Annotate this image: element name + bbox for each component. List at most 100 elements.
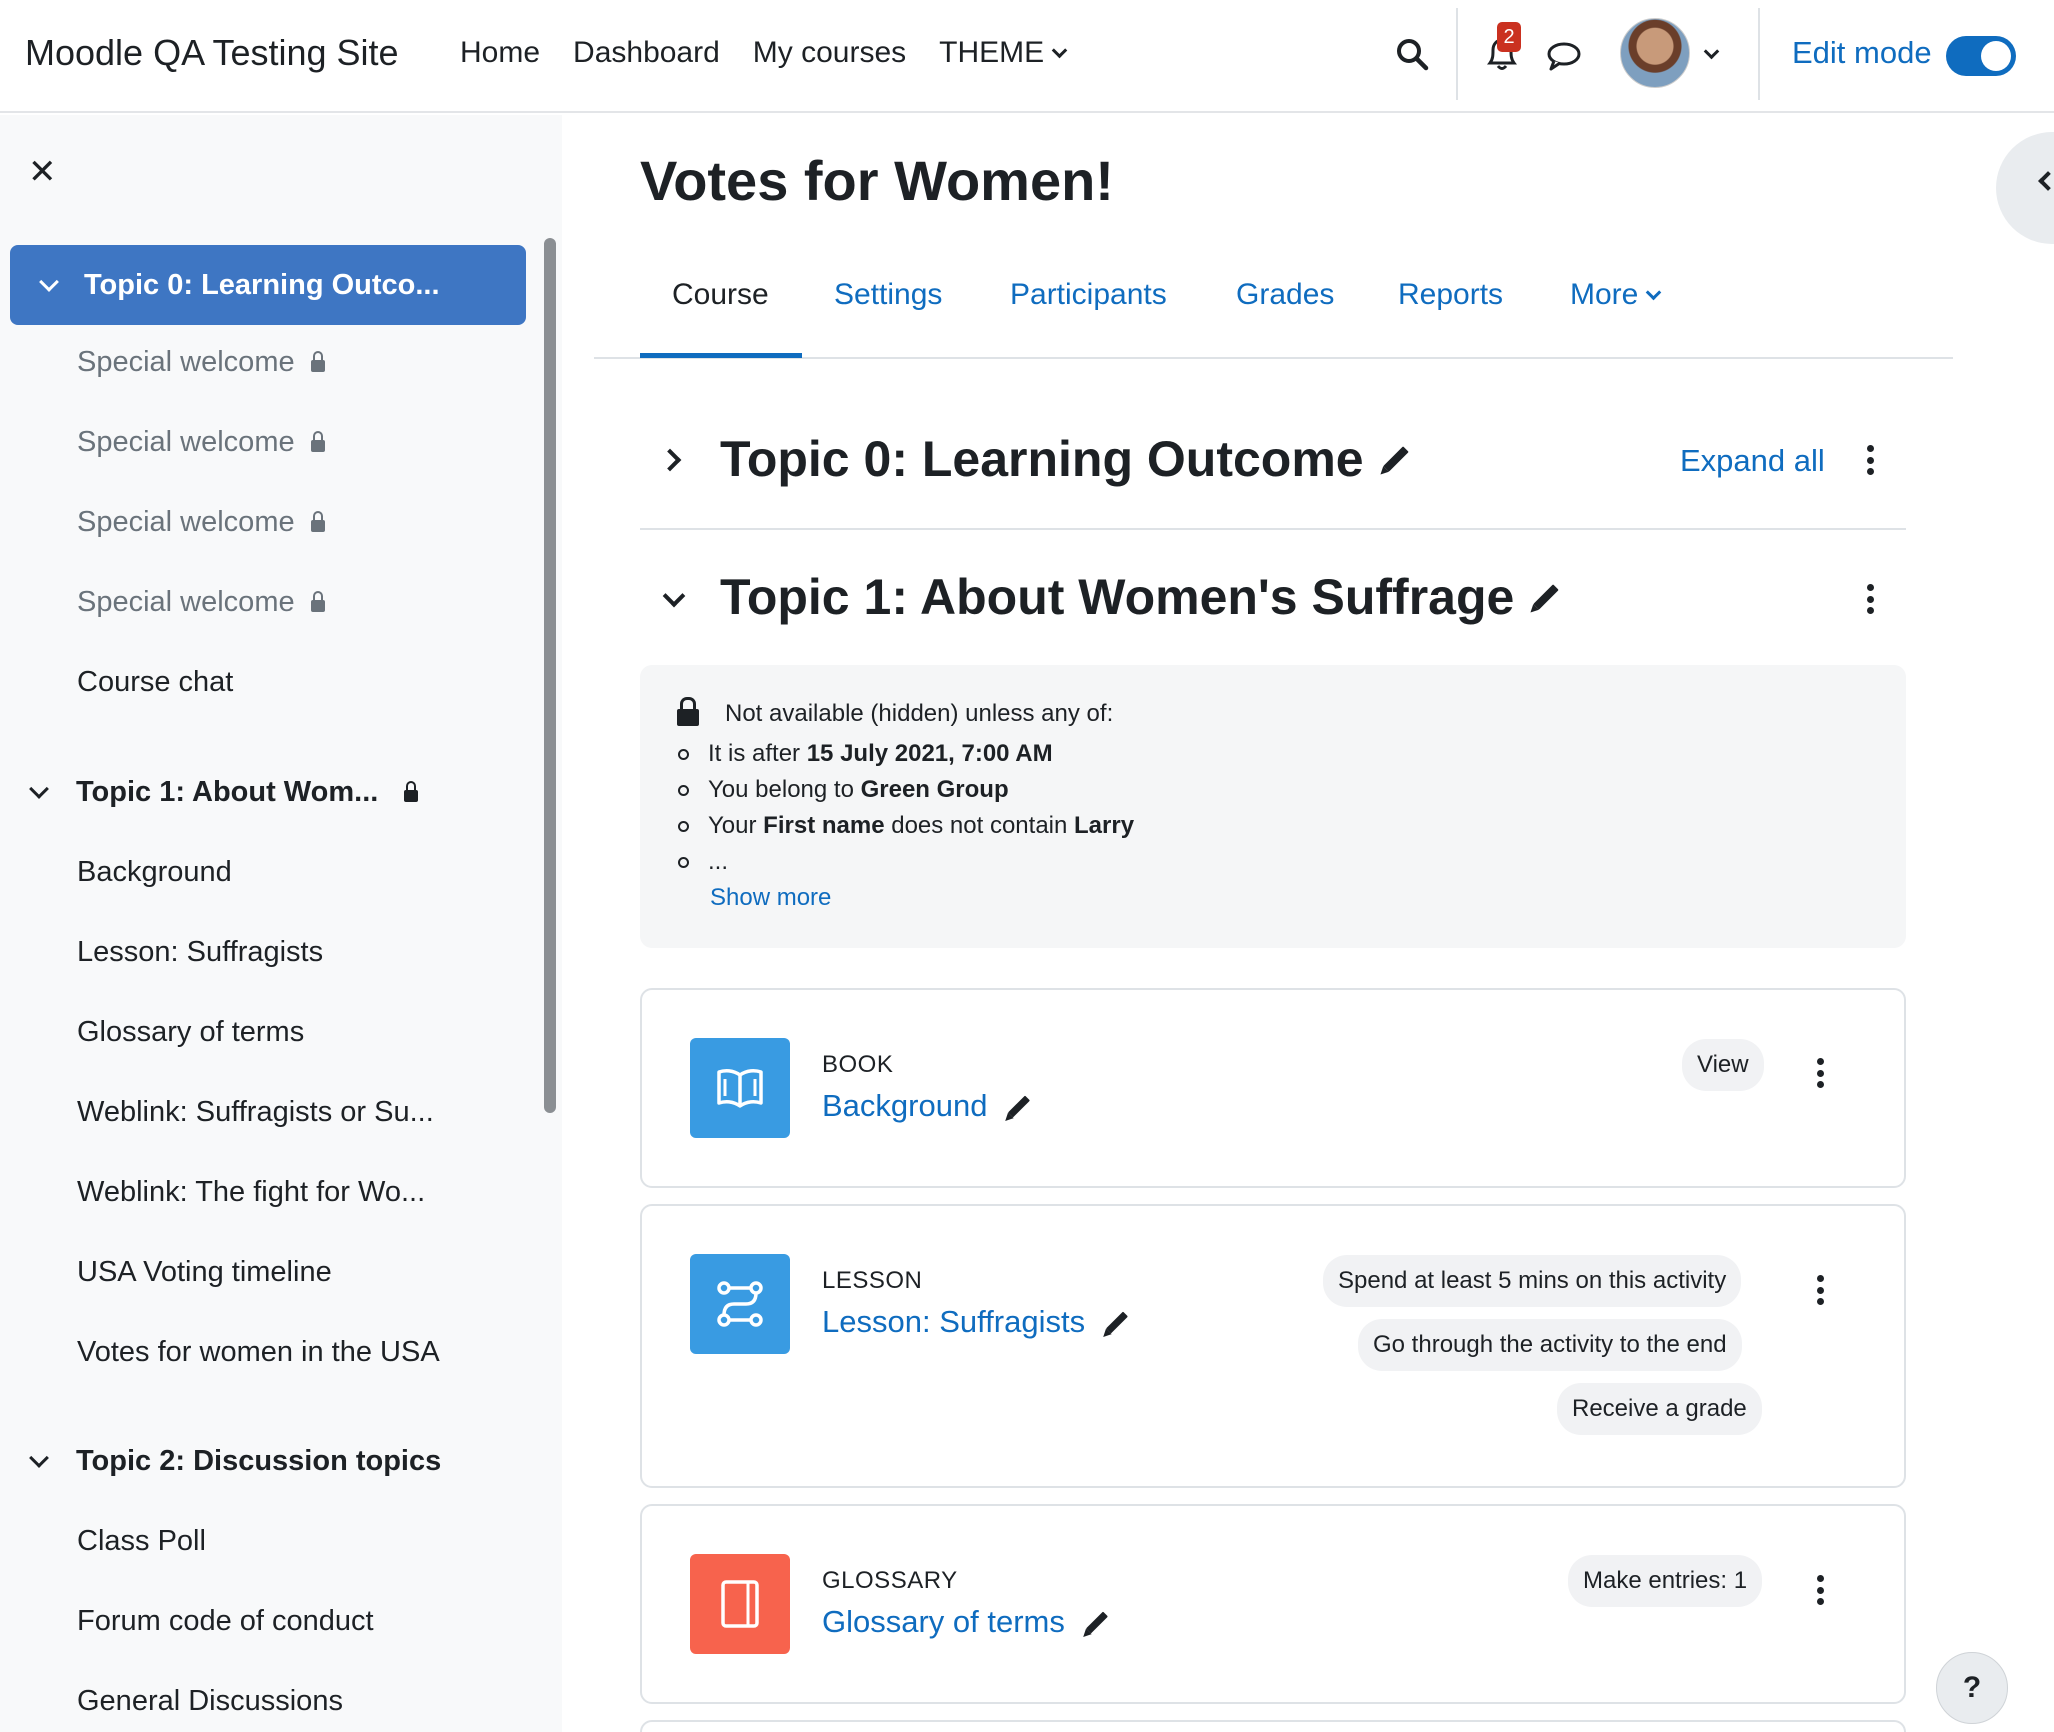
item-label: Lesson: Suffragists <box>77 936 324 968</box>
page-title: Votes for Women! <box>640 149 1114 212</box>
help-button[interactable]: ? <box>1936 1652 2008 1724</box>
restriction-field: First name <box>763 812 885 839</box>
show-more-link[interactable]: Show more <box>710 884 831 912</box>
expand-all-link[interactable]: Expand all <box>1680 443 1825 479</box>
course-index-item[interactable]: Forum code of conduct <box>77 1605 374 1638</box>
glossary-icon[interactable] <box>690 1554 790 1654</box>
item-label: Class Poll <box>77 1525 206 1557</box>
bullet-icon <box>678 856 689 868</box>
item-label: USA Voting timeline <box>77 1256 332 1288</box>
kebab-menu-icon[interactable] <box>1866 445 1874 475</box>
restriction-value: Larry <box>1074 812 1135 839</box>
course-index-item[interactable]: Special welcome <box>77 586 325 619</box>
activity-link[interactable]: Lesson: Suffragists <box>822 1304 1085 1340</box>
section-title-text[interactable]: Topic 1: About Women's Suffrage <box>720 568 1514 626</box>
course-index-item[interactable]: Weblink: The fight for Wo... <box>77 1176 425 1209</box>
pencil-icon[interactable] <box>1533 584 1560 610</box>
navbar: Moodle QA Testing Site Home Dashboard My… <box>0 0 2054 113</box>
activity-type: BOOK <box>822 1051 894 1078</box>
restriction-text: Your <box>708 812 764 839</box>
lock-icon <box>404 780 419 802</box>
restriction-text: ... <box>708 848 729 875</box>
nav-theme-dropdown[interactable]: THEME <box>939 36 1068 70</box>
drawer-scrollbar[interactable] <box>544 238 556 1113</box>
site-name[interactable]: Moodle QA Testing Site <box>25 0 399 106</box>
course-index-item[interactable]: Special welcome <box>77 506 325 539</box>
course-index-item[interactable]: Special welcome <box>77 346 325 379</box>
course-index-item[interactable]: Votes for women in the USA <box>77 1336 440 1369</box>
nav-home[interactable]: Home <box>460 36 540 70</box>
user-avatar[interactable] <box>1620 18 1690 88</box>
restriction-text: does not contain <box>884 812 1075 839</box>
kebab-menu-icon[interactable] <box>1816 1058 1824 1088</box>
item-label: Special welcome <box>77 506 295 538</box>
activity-link[interactable]: Glossary of terms <box>822 1604 1065 1640</box>
course-index-section-topic-0[interactable]: Topic 0: Learning Outco... <box>10 245 526 325</box>
activity-link[interactable]: Background <box>822 1088 987 1124</box>
search-icon[interactable] <box>1390 32 1434 76</box>
activity-name: Background <box>822 1088 1031 1124</box>
lesson-path-icon[interactable] <box>690 1254 790 1354</box>
activity-card-next <box>640 1720 1906 1732</box>
nav-my-courses[interactable]: My courses <box>753 36 906 70</box>
course-index-item[interactable]: Special welcome <box>77 426 325 459</box>
activity-name: Lesson: Suffragists <box>822 1304 1129 1340</box>
edit-mode-label[interactable]: Edit mode <box>1792 0 1932 106</box>
completion-condition: Receive a grade <box>1557 1383 1762 1435</box>
restriction-text: You belong to <box>708 776 861 803</box>
course-index-section-topic-2[interactable]: Topic 2: Discussion topics <box>29 1445 442 1478</box>
chevron-down-icon <box>1051 42 1068 58</box>
completion-condition: Make entries: 1 <box>1568 1555 1763 1607</box>
bullet-icon <box>678 748 689 760</box>
tab-grades[interactable]: Grades <box>1236 278 1334 312</box>
course-index-item[interactable]: Course chat <box>77 666 233 699</box>
course-index-item[interactable]: Lesson: Suffragists <box>77 936 323 969</box>
restriction-heading-text: Not available (hidden) unless any of: <box>725 700 1114 727</box>
kebab-menu-icon[interactable] <box>1866 584 1874 614</box>
course-index-item[interactable]: General Discussions <box>77 1685 343 1718</box>
block-drawer-toggle[interactable] <box>1996 132 2054 244</box>
restriction-item: ... <box>678 848 728 876</box>
tab-more[interactable]: More <box>1570 278 1662 312</box>
chevron-down-icon[interactable] <box>662 584 686 608</box>
header-separator <box>1456 8 1458 100</box>
kebab-menu-icon[interactable] <box>1816 1275 1824 1305</box>
section-title: Topic 2: Discussion topics <box>76 1445 442 1477</box>
pencil-icon[interactable] <box>1085 1611 1108 1633</box>
tab-participants[interactable]: Participants <box>1010 278 1167 312</box>
course-index-section-topic-1[interactable]: Topic 1: About Wom... <box>29 776 419 809</box>
edit-mode-toggle[interactable] <box>1946 36 2016 76</box>
active-tab-indicator <box>640 353 802 358</box>
bullet-icon <box>678 820 689 832</box>
course-index-item[interactable]: Background <box>77 856 232 889</box>
restriction-item: It is after 15 July 2021, 7:00 AM <box>678 740 1053 768</box>
close-icon[interactable]: ✕ <box>28 152 57 192</box>
book-icon[interactable] <box>690 1038 790 1138</box>
item-label: Special welcome <box>77 426 295 458</box>
course-index-item[interactable]: USA Voting timeline <box>77 1256 332 1289</box>
tab-reports[interactable]: Reports <box>1398 278 1503 312</box>
lock-icon <box>310 430 325 452</box>
course-index-item[interactable]: Weblink: Suffragists or Su... <box>77 1096 434 1129</box>
messages-bubble-icon[interactable] <box>1542 34 1586 78</box>
user-menu-chevron[interactable] <box>1703 43 1720 62</box>
tab-more-label: More <box>1570 278 1639 311</box>
kebab-menu-icon[interactable] <box>1816 1575 1824 1605</box>
tab-settings[interactable]: Settings <box>834 278 942 312</box>
pencil-icon[interactable] <box>1382 446 1409 472</box>
item-label: Weblink: The fight for Wo... <box>77 1176 426 1208</box>
tab-course[interactable]: Course <box>672 278 769 312</box>
restriction-heading: Not available (hidden) unless any of: <box>677 696 1114 728</box>
nav-dashboard[interactable]: Dashboard <box>573 36 720 70</box>
lock-icon <box>310 350 325 372</box>
pencil-icon[interactable] <box>1106 1311 1129 1333</box>
chevron-down-icon <box>1703 43 1720 60</box>
item-label: Background <box>77 856 232 888</box>
pencil-icon[interactable] <box>1008 1095 1031 1117</box>
lock-icon <box>677 696 699 726</box>
course-index-item[interactable]: Class Poll <box>77 1525 206 1558</box>
section-title-text[interactable]: Topic 0: Learning Outcome <box>720 430 1364 488</box>
chevron-right-icon[interactable] <box>658 448 682 472</box>
item-label: Votes for women in the USA <box>77 1336 440 1368</box>
course-index-item[interactable]: Glossary of terms <box>77 1016 304 1049</box>
